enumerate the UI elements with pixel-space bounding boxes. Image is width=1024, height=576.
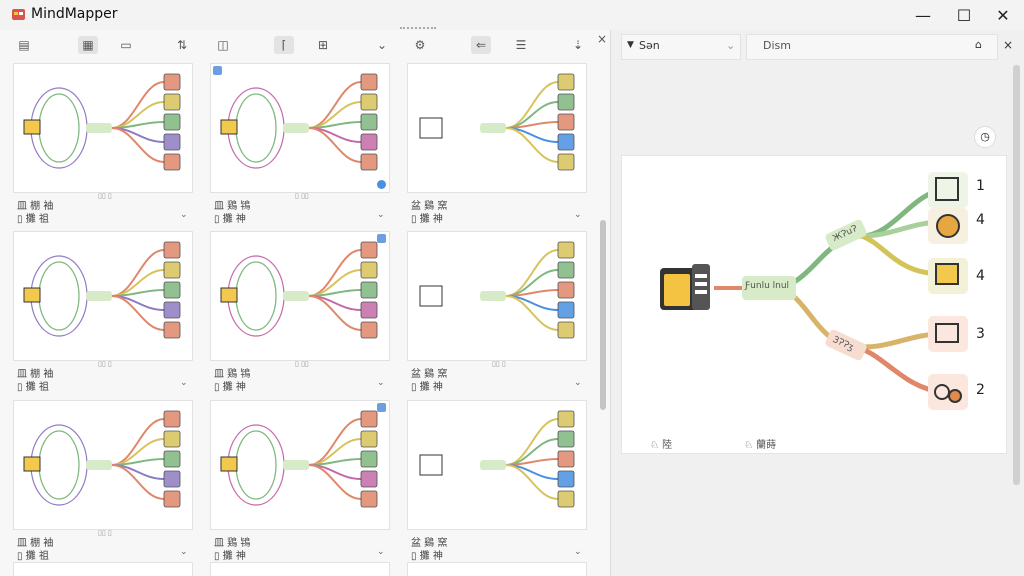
settings-icon[interactable]: ⚙	[410, 36, 430, 54]
leaf-count-1: 1	[976, 178, 985, 194]
chevron-down-icon[interactable]: ⌄	[377, 378, 385, 388]
template-gallery: ▤ ▦ ▭ ⇅ ◫ ⌈ ⊞ ⌄ ⚙ ⇐ ☰ ⇣ × ▯▯ ▯ 皿 棚 袖 ▯ 攤 祖…	[0, 30, 611, 576]
template-thumbnail[interactable]	[407, 400, 587, 530]
template-thumbnail[interactable]	[13, 400, 193, 530]
badge-icon	[377, 234, 386, 243]
title-field[interactable]: Dism ⌂	[746, 34, 998, 60]
preview-footer-left: ♘ 陸	[650, 440, 673, 451]
preview-footer-mid: ♘ 蘭蒔	[744, 440, 777, 451]
preview-panel: ▼ Sən ⌄ Dism ⌂ × ◷ Ƒunlu lnul ЖɁuɁ ЗɁɁʒ …	[611, 30, 1024, 576]
leaf-count-2: 4	[976, 212, 985, 228]
chevron-down-icon[interactable]: ⌄	[180, 210, 188, 220]
grid-view-icon[interactable]: ▦	[78, 36, 98, 54]
outline-icon[interactable]: ☰	[511, 36, 531, 54]
arrow-left-icon[interactable]: ⇐	[471, 36, 491, 54]
center-topic-label[interactable]: Ƒunlu lnul	[745, 281, 789, 291]
dropdown-label: Sən	[639, 39, 660, 52]
chevron-down-icon[interactable]: ⌄	[372, 36, 392, 54]
thumbnail-meta: ▯▯ ▯	[98, 529, 112, 537]
thumbnail-subtitle: ▯ 攤 神	[214, 382, 246, 393]
gallery-scrollbar[interactable]	[600, 220, 606, 410]
chevron-down-icon: ⌄	[726, 39, 736, 52]
compare-icon[interactable]: ◫	[213, 36, 233, 54]
app-title: MindMapper	[31, 6, 118, 22]
preview-scrollbar[interactable]	[1013, 65, 1020, 485]
template-thumbnail[interactable]	[210, 400, 390, 530]
thumbnail-subtitle: ▯ 攤 神	[411, 214, 443, 225]
minimize-button[interactable]: —	[900, 0, 946, 30]
template-thumbnail[interactable]	[407, 63, 587, 193]
leaf-count-5: 2	[976, 382, 985, 398]
chevron-down-icon[interactable]: ⌄	[377, 547, 385, 557]
map-selector-dropdown[interactable]: ▼ Sən ⌄	[621, 34, 741, 60]
sync-icon	[377, 180, 386, 189]
template-thumbnail[interactable]	[210, 63, 390, 193]
chevron-down-icon[interactable]: ⌄	[574, 547, 582, 557]
thumbnail-meta: ▯ ▯▯	[295, 192, 309, 200]
badge-icon	[377, 403, 386, 412]
mindmap-canvas	[660, 172, 968, 410]
layout-icon[interactable]: ⊞	[313, 36, 333, 54]
chevron-down-icon[interactable]: ⌄	[574, 378, 582, 388]
clock-icon[interactable]: ◷	[974, 126, 996, 148]
thumbnail-subtitle: ▯ 攤 神	[214, 214, 246, 225]
edit-icon: ⌂	[975, 38, 982, 51]
chevron-down-icon[interactable]: ⌄	[180, 378, 188, 388]
thumbnail-subtitle: ▯ 攤 神	[411, 382, 443, 393]
template-thumbnail[interactable]	[210, 562, 390, 576]
chevron-down-icon[interactable]: ⌄	[180, 547, 188, 557]
chevron-down-icon[interactable]: ⌄	[377, 210, 385, 220]
template-thumbnail[interactable]	[407, 562, 587, 576]
template-thumbnail[interactable]	[210, 231, 390, 361]
card-view-icon[interactable]: ▭	[116, 36, 136, 54]
thumbnail-subtitle: ▯ 攤 神	[214, 551, 246, 562]
chevron-down-icon[interactable]: ⌄	[574, 210, 582, 220]
template-thumbnail[interactable]	[13, 231, 193, 361]
mindmap-preview: Ƒunlu lnul ЖɁuɁ ЗɁɁʒ 1 4 4 3 2 ♘ 陸 ♘ 蘭蒔	[621, 155, 1007, 454]
filter-icon[interactable]: ⇣	[568, 36, 588, 54]
thumbnail-subtitle: ▯ 攤 神	[411, 551, 443, 562]
thumbnail-meta: ▯▯ ▯	[98, 360, 112, 368]
thumbnail-meta: ▯▯ ▯	[98, 192, 112, 200]
split-icon[interactable]: ⌈	[274, 36, 294, 54]
gallery-toolbar: ▤ ▦ ▭ ⇅ ◫ ⌈ ⊞ ⌄ ⚙ ⇐ ☰ ⇣ ×	[0, 30, 610, 60]
leaf-count-3: 4	[976, 268, 985, 284]
thumbnail-subtitle: ▯ 攤 祖	[17, 382, 49, 393]
app-logo-icon	[12, 9, 25, 20]
close-gallery-icon[interactable]: ×	[592, 30, 610, 48]
list-view-icon[interactable]: ▤	[14, 36, 34, 54]
badge-icon	[213, 66, 222, 75]
thumbnail-meta: ▯ ▯▯	[295, 360, 309, 368]
template-thumbnail[interactable]	[13, 63, 193, 193]
sort-icon[interactable]: ⇅	[172, 36, 192, 54]
template-thumbnail[interactable]	[13, 562, 193, 576]
chevron-down-icon: ▼	[627, 40, 634, 50]
template-thumbnail[interactable]	[407, 231, 587, 361]
close-button[interactable]: ✕	[980, 0, 1024, 30]
title-field-label: Dism	[763, 39, 791, 52]
thumbnail-meta: ▯▯ ▯	[492, 360, 506, 368]
leaf-count-4: 3	[976, 326, 985, 342]
close-preview-icon[interactable]: ×	[1003, 38, 1013, 62]
title-bar: MindMapper — ☐ ✕	[0, 0, 1024, 30]
thumbnail-subtitle: ▯ 攤 祖	[17, 551, 49, 562]
thumbnail-subtitle: ▯ 攤 祖	[17, 214, 49, 225]
